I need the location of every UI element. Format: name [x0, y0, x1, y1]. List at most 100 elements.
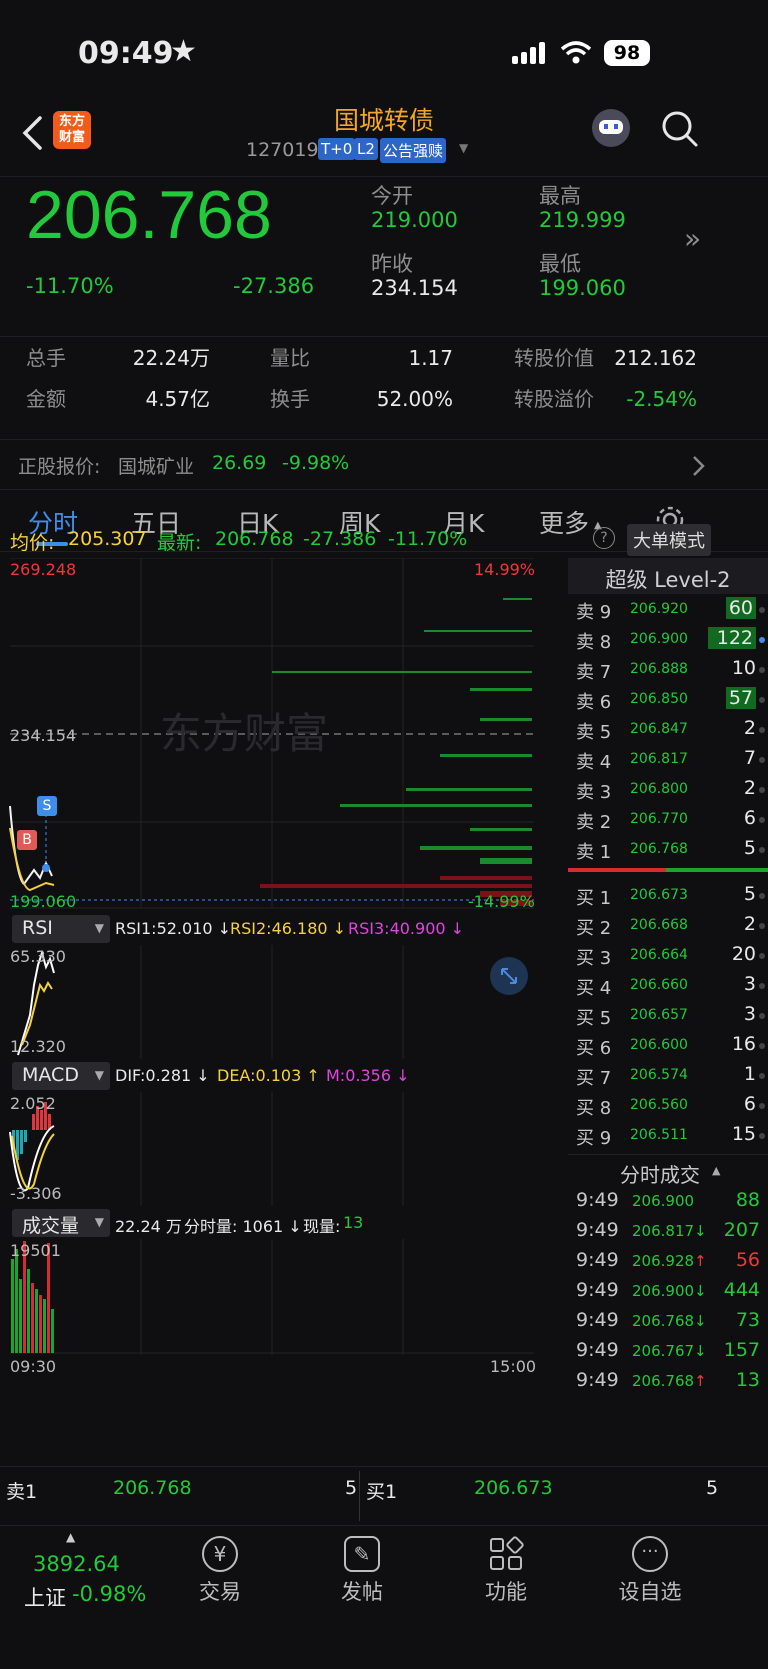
ask-row[interactable]: 卖 4 206.817 7	[568, 744, 768, 775]
latest-pct: -11.70%	[388, 528, 468, 550]
volume-selector[interactable]: 成交量 ▼	[12, 1209, 110, 1237]
ask-row[interactable]: 卖 6 206.850 57	[568, 684, 768, 715]
bid-row[interactable]: 买 1 206.673 5	[568, 880, 768, 911]
rsi-bottom: 12.320	[10, 1037, 66, 1056]
avg-label: 均价:	[10, 532, 55, 554]
quote-panel: 206.768 -11.70% -27.386 今开 219.000 最高 21…	[0, 177, 768, 336]
underlying-name: 国城矿业	[118, 456, 195, 478]
badge-l2: L2	[354, 138, 378, 160]
ask-row[interactable]: 卖 1 206.768 5	[568, 834, 768, 865]
nav-post[interactable]: ✎ 发帖	[322, 1526, 402, 1636]
time-end: 15:00	[490, 1357, 537, 1376]
best-ask-price: 206.768	[113, 1477, 192, 1499]
trade-icon: ¥	[202, 1536, 238, 1572]
macd-dif: DIF:0.281 ↓	[115, 1066, 210, 1085]
page-title: 国城转债	[333, 106, 434, 135]
signal-icon	[512, 42, 548, 64]
large-order-mode-button[interactable]: 大单模式	[627, 524, 711, 556]
trades-header[interactable]: 分时成交 ▲	[568, 1154, 768, 1187]
nav-post-label: 发帖	[341, 1580, 383, 1604]
bid-row[interactable]: 买 7 206.574 1	[568, 1060, 768, 1091]
rsi-chart	[17, 945, 404, 1059]
change-pct: -11.70%	[26, 274, 114, 298]
latest-change: -27.386	[303, 528, 377, 550]
macd-chart	[9, 1092, 404, 1206]
low-label: 最低	[539, 252, 581, 276]
ask-row[interactable]: 卖 9 206.920 60	[568, 594, 768, 625]
volume-total: 22.24 万	[115, 1217, 182, 1236]
nav-add-watchlist[interactable]: ··· 设自选	[608, 1526, 692, 1636]
trade-row: 9:49 206.928↑ 56	[576, 1249, 760, 1271]
ask-row[interactable]: 卖 5 206.847 2	[568, 714, 768, 745]
open-value: 219.000	[371, 208, 458, 232]
status-bar: 09:49 ★ 98	[0, 0, 768, 105]
trade-row: 9:49 206.900 88	[576, 1189, 760, 1211]
bid-row[interactable]: 买 3 206.664 20	[568, 940, 768, 971]
bid-row[interactable]: 买 8 206.560 6	[568, 1090, 768, 1121]
chart-ymax-pct: 14.99%	[474, 560, 536, 579]
intraday-chart-canvas: 东方财富	[9, 558, 534, 909]
stat-label: 换手	[270, 387, 310, 411]
macd-panel: MACD ▼ DIF:0.281 ↓ DEA:0.103 ↑ M:0.356 ↓ …	[0, 1062, 534, 1207]
chevron-right-icon	[693, 456, 705, 476]
bid-row[interactable]: 买 2 206.668 2	[568, 910, 768, 941]
last-price: 206.768	[26, 177, 272, 253]
trade-row: 9:49 206.768↓ 73	[576, 1309, 760, 1331]
sell-marker[interactable]: S	[37, 796, 57, 816]
rsi-selector[interactable]: RSI ▼	[12, 915, 110, 943]
trade-row: 9:49 206.817↓ 207	[576, 1219, 760, 1241]
avg-value: 205.307	[68, 528, 147, 550]
badge-redeem[interactable]: 公告强赎	[380, 138, 447, 163]
underlying-stock-row[interactable]: 正股报价: 国城矿业 26.69 -9.98%	[0, 440, 768, 490]
intraday-chart[interactable]: 东方财富 269.248 14.99% 234.154 199.060 -14.…	[0, 558, 536, 915]
bid-row[interactable]: 买 6 206.600 16	[568, 1030, 768, 1061]
buy-marker[interactable]: B	[17, 830, 37, 850]
stat-label: 转股溢价	[514, 387, 594, 411]
ask-row[interactable]: 卖 7 206.888 10	[568, 654, 768, 685]
dropdown-icon[interactable]: ▼	[459, 141, 468, 155]
underlying-price: 26.69	[212, 452, 267, 474]
bid-row[interactable]: 买 4 206.660 3	[568, 970, 768, 1001]
more-dots-icon: ···	[632, 1536, 668, 1572]
nav-add-watchlist-label: 设自选	[618, 1580, 682, 1604]
nav-trade[interactable]: ¥ 交易	[180, 1526, 260, 1636]
bid-row[interactable]: 买 5 206.657 3	[568, 1000, 768, 1031]
chart-ymax: 269.248	[10, 560, 77, 579]
index-ticker[interactable]: ▲ 3892.64 上证 -0.98%	[0, 1526, 150, 1636]
latest-label: 最新:	[157, 532, 202, 554]
robot-assistant-icon[interactable]	[592, 109, 630, 147]
header: 东方 财富 国城转债 127019 T+0 L2 公告强赎 ▼	[0, 105, 768, 177]
bid-row[interactable]: 买 9 206.511 15	[568, 1120, 768, 1151]
fullscreen-icon[interactable]	[490, 957, 528, 995]
high-label: 最高	[539, 184, 581, 208]
watermark: 东方财富	[160, 709, 328, 758]
ask-row[interactable]: 卖 2 206.770 6	[568, 804, 768, 835]
expand-right-icon[interactable]: »	[684, 222, 701, 255]
bond-code: 127019	[246, 139, 319, 161]
nav-functions[interactable]: 功能	[466, 1526, 546, 1636]
macd-selector[interactable]: MACD ▼	[12, 1062, 110, 1090]
search-icon[interactable]	[660, 109, 700, 149]
ask-row[interactable]: 卖 8 206.900 122	[568, 624, 768, 655]
rsi2-value: RSI2:46.180 ↓	[230, 919, 347, 938]
rsi1-value: RSI1:52.010 ↓	[115, 919, 232, 938]
macd-bottom: -3.306	[10, 1184, 62, 1203]
prev-close-value: 234.154	[371, 276, 458, 300]
underlying-label: 正股报价:	[18, 456, 101, 478]
change-value: -27.386	[233, 274, 315, 298]
badge-t0: T+0	[318, 138, 356, 160]
ask-bid-divider	[568, 868, 666, 872]
status-time: 09:49	[78, 36, 174, 71]
chart-yref: 234.154	[10, 726, 77, 745]
best-ask-qty: 5	[345, 1477, 358, 1499]
level2-header: 超级 Level-2	[568, 558, 768, 594]
best-bid-price: 206.673	[474, 1477, 553, 1499]
rsi-panel: RSI ▼ RSI1:52.010 ↓ RSI2:46.180 ↓ RSI3:40…	[0, 915, 534, 1060]
volume-panel: 成交量 ▼ 22.24 万 分时量: 1061 ↓ 现量: 13 19501 09…	[0, 1209, 537, 1379]
trade-row: 9:49 206.768↑ 13	[576, 1369, 760, 1391]
ask-row[interactable]: 卖 3 206.800 2	[568, 774, 768, 805]
help-icon[interactable]: ?	[593, 527, 615, 549]
macd-dea: DEA:0.103 ↑	[217, 1066, 320, 1085]
underlying-pct: -9.98%	[282, 452, 350, 474]
volume-top: 19501	[10, 1241, 61, 1260]
